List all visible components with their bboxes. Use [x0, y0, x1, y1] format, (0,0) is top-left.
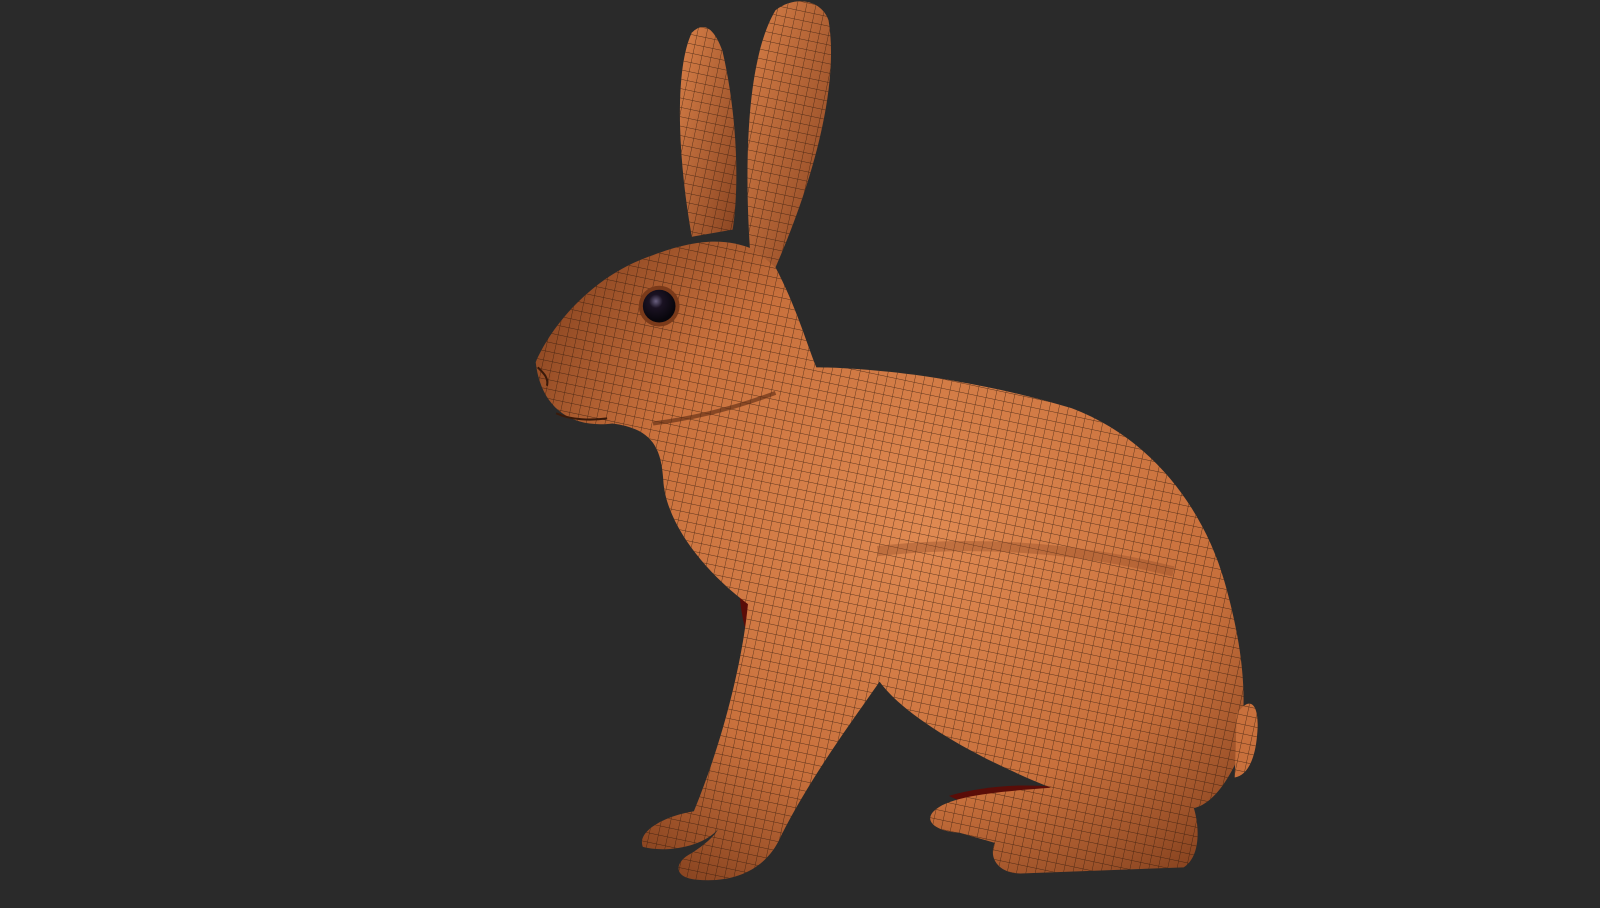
rabbit-render: [535, 1, 1258, 881]
rabbit-body: [535, 241, 1244, 881]
3d-viewport[interactable]: [0, 0, 1600, 908]
back-ear: [747, 1, 832, 268]
tail: [1234, 703, 1258, 778]
eye-ball: [642, 289, 676, 323]
front-ear: [679, 26, 737, 237]
